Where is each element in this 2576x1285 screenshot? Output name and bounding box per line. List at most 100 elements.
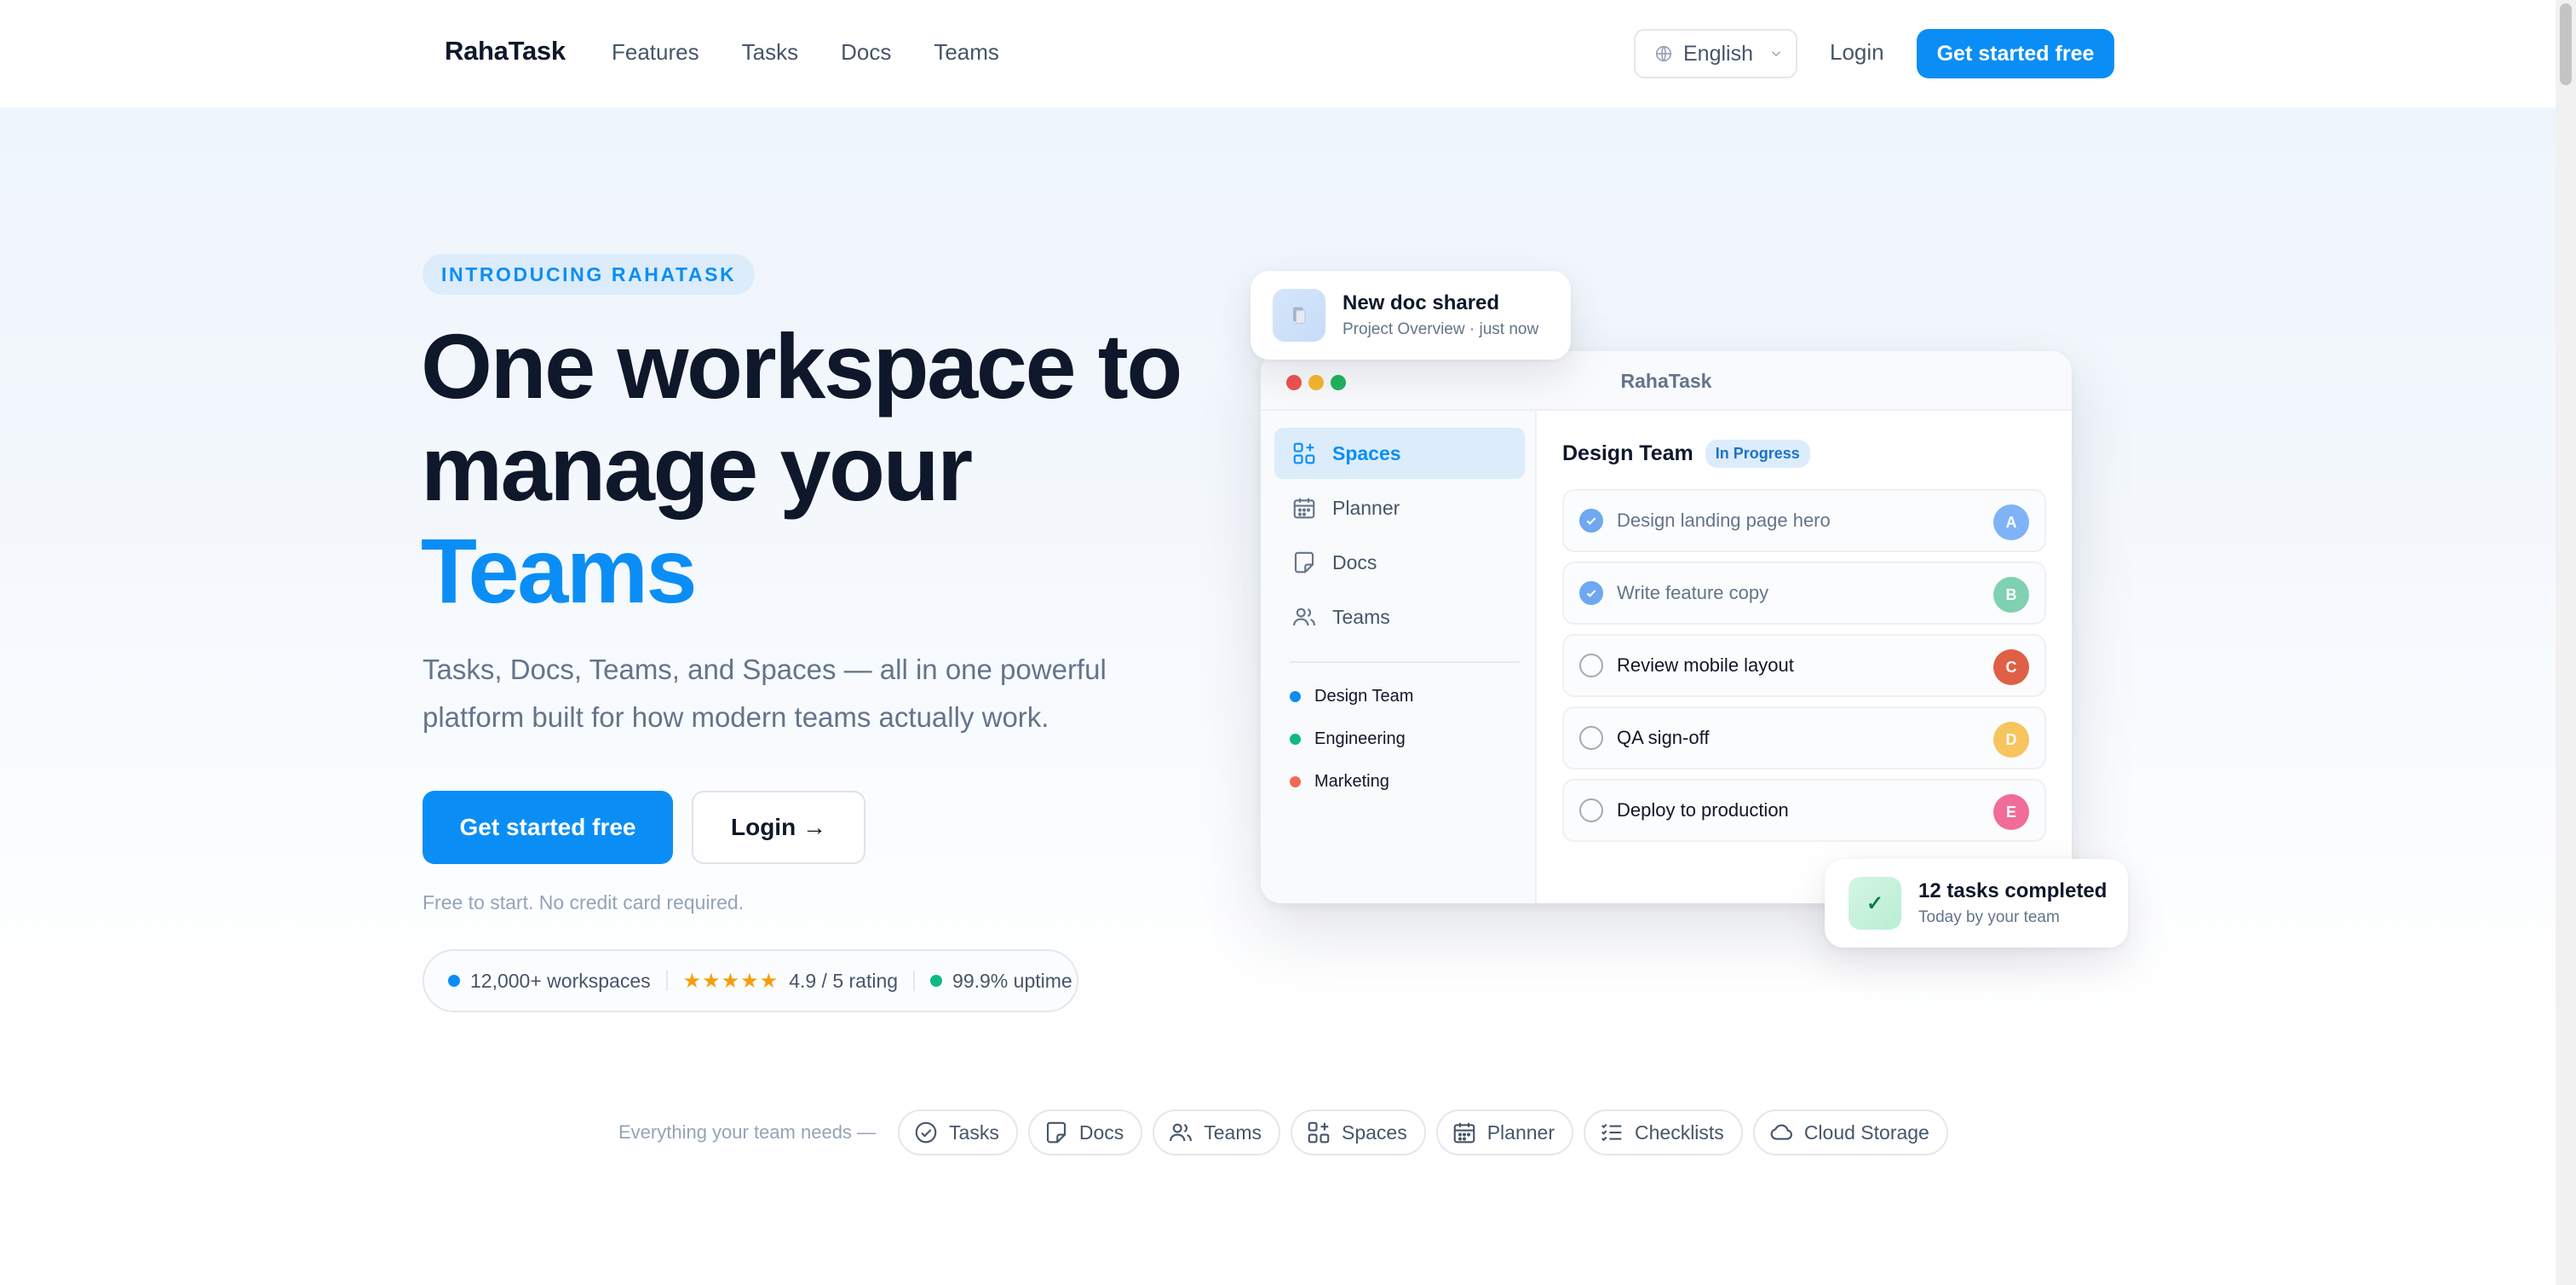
task-row[interactable]: Deploy to production E bbox=[1562, 779, 2046, 842]
stat-workspaces-text: 12,000+ workspaces bbox=[470, 969, 651, 992]
nav-login-link[interactable]: Login bbox=[1830, 39, 1884, 66]
space-label: Engineering bbox=[1314, 729, 1406, 748]
feature-strip-label: Everything your team needs — bbox=[618, 1121, 877, 1143]
checkbox-checked-icon[interactable] bbox=[1579, 581, 1603, 605]
chip-docs[interactable]: Docs bbox=[1027, 1109, 1143, 1155]
document-icon bbox=[1294, 551, 1314, 573]
stat-uptime-text: 99.9% uptime bbox=[952, 969, 1072, 992]
checkbox-empty-icon[interactable] bbox=[1579, 798, 1603, 822]
task-label: Design landing page hero bbox=[1617, 510, 1831, 531]
new-doc-notification: New doc shared Project Overview · just n… bbox=[1251, 271, 1571, 360]
space-item-engineering[interactable]: Engineering bbox=[1290, 729, 1406, 749]
hero-subtitle: Tasks, Docs, Teams, and Spaces — all in … bbox=[423, 654, 1107, 733]
sidebar-item-planner[interactable]: Planner bbox=[1274, 482, 1525, 533]
tasks-completed-title: 12 tasks completed bbox=[1918, 879, 2107, 902]
nav-link-teams[interactable]: Teams bbox=[934, 39, 999, 66]
headline-line-2: manage your bbox=[421, 417, 973, 520]
scrollbar-thumb[interactable] bbox=[2560, 3, 2572, 85]
document-icon bbox=[1046, 1121, 1066, 1144]
app-main-panel: Design Team In Progress Design landing p… bbox=[1538, 411, 2072, 903]
chip-tasks[interactable]: Tasks bbox=[898, 1109, 1018, 1155]
nav-links: Features Tasks Docs Teams bbox=[612, 39, 999, 66]
checkbox-checked-icon[interactable] bbox=[1579, 509, 1603, 533]
space-label: Marketing bbox=[1314, 772, 1389, 791]
divider bbox=[913, 971, 916, 991]
nav-link-docs[interactable]: Docs bbox=[841, 39, 891, 66]
checkbox-empty-icon[interactable] bbox=[1579, 654, 1603, 677]
sidebar-item-teams[interactable]: Teams bbox=[1274, 591, 1525, 642]
window-title: RahaTask bbox=[1620, 370, 1712, 392]
status-dot bbox=[930, 975, 943, 987]
chip-label: Teams bbox=[1204, 1121, 1262, 1144]
avatar: C bbox=[1993, 649, 2029, 685]
chip-planner[interactable]: Planner bbox=[1435, 1109, 1573, 1155]
grid-plus-icon bbox=[1308, 1121, 1330, 1144]
chip-cloud-storage[interactable]: Cloud Storage bbox=[1752, 1109, 1948, 1155]
team-header: Design Team In Progress bbox=[1562, 440, 1810, 468]
language-select[interactable]: English bbox=[1634, 29, 1797, 78]
app-preview-window: RahaTask Spaces Planner Docs Teams Desig… bbox=[1261, 351, 2072, 903]
users-icon bbox=[1170, 1123, 1193, 1142]
task-row[interactable]: Review mobile layout C bbox=[1562, 634, 2046, 697]
task-row[interactable]: Write feature copy B bbox=[1562, 562, 2046, 625]
task-label: Write feature copy bbox=[1617, 582, 1769, 603]
space-color-dot bbox=[1290, 776, 1301, 787]
stat-rating: ★★★★★ 4.9 / 5 rating bbox=[683, 969, 898, 994]
stat-workspaces: 12,000+ workspaces bbox=[448, 970, 651, 993]
doc-notification-icon bbox=[1273, 289, 1325, 342]
chip-label: Planner bbox=[1486, 1121, 1555, 1144]
chip-teams[interactable]: Teams bbox=[1153, 1109, 1280, 1155]
cloud-icon bbox=[1770, 1124, 1792, 1140]
grid-plus-icon bbox=[1293, 442, 1315, 464]
chip-label: Docs bbox=[1078, 1121, 1124, 1144]
doc-notification-title: New doc shared bbox=[1343, 291, 1500, 314]
star-rating-icon: ★★★★★ bbox=[682, 969, 779, 993]
nav-get-started-button[interactable]: Get started free bbox=[1917, 29, 2114, 78]
file-icon bbox=[1293, 307, 1306, 324]
chip-label: Tasks bbox=[949, 1121, 999, 1144]
avatar: E bbox=[1993, 794, 2029, 830]
window-titlebar: RahaTask bbox=[1261, 351, 2072, 411]
hero-login-button[interactable]: Login → bbox=[692, 791, 865, 864]
sidebar-item-spaces[interactable]: Spaces bbox=[1274, 428, 1525, 479]
stat-rating-text: 4.9 / 5 rating bbox=[789, 969, 899, 992]
avatar: A bbox=[1993, 504, 2029, 540]
space-color-dot bbox=[1290, 691, 1301, 702]
hero-fine-print: Free to start. No credit card required. bbox=[423, 891, 745, 913]
doc-notification-text: New doc shared Project Overview · just n… bbox=[1343, 291, 1538, 339]
checkbox-empty-icon[interactable] bbox=[1579, 726, 1603, 750]
chip-label: Cloud Storage bbox=[1803, 1121, 1929, 1144]
chevron-down-icon bbox=[1771, 51, 1781, 57]
task-label: Deploy to production bbox=[1617, 799, 1789, 821]
avatar: D bbox=[1993, 722, 2029, 758]
task-row[interactable]: Design landing page hero A bbox=[1562, 489, 2046, 552]
chip-checklists[interactable]: Checklists bbox=[1584, 1109, 1743, 1155]
nav-link-features[interactable]: Features bbox=[612, 39, 699, 66]
space-color-dot bbox=[1290, 734, 1301, 745]
headline-accent: Teams bbox=[421, 519, 698, 622]
calendar-icon bbox=[1293, 498, 1315, 519]
top-navbar: RahaTask Features Tasks Docs Teams Engli… bbox=[0, 0, 2556, 107]
sidebar-item-label: Planner bbox=[1332, 496, 1400, 519]
stat-uptime: 99.9% uptime bbox=[930, 970, 1072, 993]
brand-logo[interactable]: RahaTask bbox=[445, 36, 566, 66]
checklist-icon bbox=[1601, 1123, 1622, 1142]
space-item-design-team[interactable]: Design Team bbox=[1290, 687, 1413, 706]
chip-spaces[interactable]: Spaces bbox=[1291, 1109, 1426, 1155]
tasks-completed-subtitle: Today by your team bbox=[1918, 908, 2060, 926]
hero-headline: One workspace to manage your Teams bbox=[421, 315, 1187, 622]
feature-strip: Everything your team needs — Tasks Docs … bbox=[618, 1109, 1948, 1155]
nav-link-tasks[interactable]: Tasks bbox=[742, 39, 798, 66]
tasks-completed-text: 12 tasks completed Today by your team bbox=[1918, 879, 2107, 927]
globe-icon bbox=[1655, 45, 1672, 62]
tasks-completed-notification: ✓ 12 tasks completed Today by your team bbox=[1825, 859, 2128, 948]
page-scrollbar[interactable] bbox=[2556, 0, 2576, 1285]
team-title: Design Team bbox=[1562, 441, 1693, 465]
headline-line-1: One workspace to bbox=[421, 314, 1182, 418]
space-item-marketing[interactable]: Marketing bbox=[1290, 772, 1389, 792]
task-row[interactable]: QA sign-off D bbox=[1562, 706, 2046, 769]
sidebar-item-docs[interactable]: Docs bbox=[1274, 537, 1525, 588]
hero-get-started-button[interactable]: Get started free bbox=[423, 791, 673, 864]
chip-label: Spaces bbox=[1342, 1121, 1407, 1144]
chip-label: Checklists bbox=[1635, 1121, 1724, 1144]
